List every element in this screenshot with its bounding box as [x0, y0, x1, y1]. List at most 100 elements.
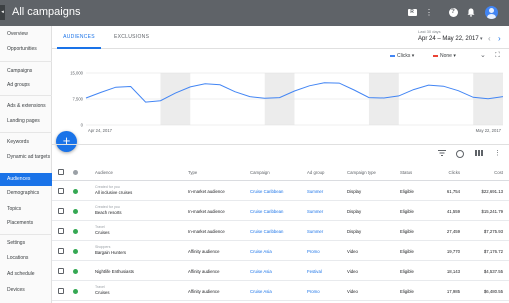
cost-value: $7,275.93: [483, 229, 503, 234]
column-header-ad-group[interactable]: Ad group: [307, 170, 324, 175]
column-header-type[interactable]: Type: [188, 170, 197, 175]
column-header-status[interactable]: Status: [400, 170, 412, 175]
table-row[interactable]: Nightlife Enthusiasts Affinity audience Cr…: [52, 261, 509, 281]
audience-cell: Created for you Beach resorts: [95, 205, 122, 215]
sidebar-item-campaigns[interactable]: Campaigns: [0, 65, 52, 78]
status-dot-enabled[interactable]: [73, 289, 78, 294]
status-text: Eligible: [400, 269, 414, 274]
campaign-link[interactable]: Cruise Caribbean: [250, 229, 283, 234]
reports-icon-glyph: R: [407, 9, 417, 17]
select-all-checkbox[interactable]: [58, 169, 64, 175]
y-tick-label: 7,500: [73, 97, 84, 102]
fullscreen-icon[interactable]: ⛶: [495, 51, 500, 61]
sidebar-item-ad-schedule[interactable]: Ad schedule: [0, 268, 52, 281]
column-header-clicks[interactable]: Clicks: [438, 170, 460, 175]
campaign-link[interactable]: Cruise Caribbean: [250, 189, 283, 194]
dropdown-caret-icon[interactable]: ▾: [480, 36, 483, 42]
row-checkbox[interactable]: [58, 208, 64, 214]
row-checkbox[interactable]: [58, 268, 64, 274]
table-row[interactable]: Created for you All inclusive cruises In-m…: [52, 181, 509, 201]
ad-group-link[interactable]: Promo: [307, 249, 320, 254]
performance-chart: 15,000 7,500 0 Apr 24, 2017 May 22, 2017: [52, 63, 509, 135]
segment-icon[interactable]: [456, 150, 464, 158]
columns-icon[interactable]: [475, 149, 483, 161]
metric-selector-clicks[interactable]: Clicks ▾: [390, 51, 414, 61]
tab-exclusions[interactable]: EXCLUSIONS: [114, 26, 149, 49]
status-dot-enabled[interactable]: [73, 189, 78, 194]
table-row[interactable]: Travel Cruises In-market audience Cruise Ca…: [52, 221, 509, 241]
sidebar-item-keywords[interactable]: Keywords: [0, 136, 52, 149]
line-chart-svg: 15,000 7,500 0 Apr 24, 2017 May 22, 2017: [70, 71, 504, 133]
status-dot-enabled[interactable]: [73, 229, 78, 234]
status-dot-enabled[interactable]: [73, 209, 78, 214]
cost-value: $22,691.13: [481, 189, 503, 194]
y-tick-label: 0: [81, 123, 84, 128]
campaign-link[interactable]: Cruise Asia: [250, 289, 272, 294]
campaign-type: Video: [347, 269, 358, 274]
status-text: Eligible: [400, 289, 414, 294]
sidebar-item-locations[interactable]: Locations: [0, 252, 52, 265]
status-dot-enabled[interactable]: [73, 269, 78, 274]
campaign-link[interactable]: Cruise Asia: [250, 249, 272, 254]
ad-group-link[interactable]: Festival: [307, 269, 322, 274]
filter-icon[interactable]: [438, 149, 446, 161]
campaign-type: Video: [347, 289, 358, 294]
date-range-picker[interactable]: Apr 24 – May 22, 2017: [418, 36, 479, 42]
status-text: Eligible: [400, 229, 414, 234]
column-header-cost[interactable]: Cost: [473, 170, 503, 175]
ad-group-link[interactable]: Summer: [307, 209, 323, 214]
row-checkbox[interactable]: [58, 288, 64, 294]
column-header-audience[interactable]: Audience: [95, 170, 113, 175]
audience-type: In-market audience: [188, 229, 225, 234]
sidebar-item-dynamic-ad-targets[interactable]: Dynamic ad targets: [0, 153, 52, 169]
help-icon[interactable]: ?: [448, 6, 458, 19]
sidebar-item-placements[interactable]: Placements: [0, 217, 52, 230]
sidebar-item-overview[interactable]: Overview: [0, 28, 52, 41]
audience-type: Affinity audience: [188, 269, 220, 274]
sidebar-item-landing-pages[interactable]: Landing pages: [0, 115, 52, 128]
clicks-value: 19,770: [446, 249, 460, 254]
campaign-link[interactable]: Cruise Caribbean: [250, 209, 283, 214]
campaign-type: Display: [347, 189, 362, 194]
campaign-type: Video: [347, 249, 358, 254]
campaign-link[interactable]: Cruise Asia: [250, 269, 272, 274]
sidebar-item-ads-extensions[interactable]: Ads & extensions: [0, 100, 52, 113]
sidebar-item-audiences[interactable]: Audiences: [0, 173, 52, 186]
sidebar-item-opportunities[interactable]: Opportunities: [0, 43, 52, 56]
row-checkbox[interactable]: [58, 248, 64, 254]
status-dot-enabled[interactable]: [73, 249, 78, 254]
clicks-value: 27,459: [446, 229, 460, 234]
chevron-left-icon[interactable]: ‹: [488, 34, 491, 43]
audience-type: Affinity audience: [188, 249, 220, 254]
more-vert-icon[interactable]: ⋮: [494, 149, 501, 159]
column-header-campaign-type[interactable]: Campaign type: [347, 170, 376, 175]
ad-group-link[interactable]: Summer: [307, 229, 323, 234]
ad-group-link[interactable]: Promo: [307, 289, 320, 294]
table-row[interactable]: Travel Cruises Affinity audience Cruise Asi…: [52, 281, 509, 301]
reports-icon[interactable]: R: [406, 6, 418, 19]
column-header-campaign[interactable]: Campaign: [250, 170, 270, 175]
cost-value: $7,176.72: [483, 249, 503, 254]
chevron-right-icon[interactable]: ›: [498, 34, 501, 43]
account-avatar[interactable]: [485, 6, 498, 19]
clicks-value: 17,985: [446, 289, 460, 294]
sidebar-item-topics[interactable]: Topics: [0, 203, 52, 216]
expand-chart-icon[interactable]: ⌄: [480, 51, 486, 61]
sidebar-item-devices[interactable]: Devices: [0, 284, 52, 297]
audience-name: All inclusive cruises: [95, 190, 133, 195]
sidebar-item-settings[interactable]: Settings: [0, 237, 52, 250]
notifications-icon[interactable]: [466, 6, 476, 19]
audience-name: Cruises: [95, 290, 110, 295]
more-vert-icon[interactable]: ⋮: [424, 6, 434, 19]
metric-selector-none[interactable]: None ▾: [433, 51, 456, 61]
row-checkbox[interactable]: [58, 188, 64, 194]
collapse-sidebar-icon[interactable]: ◂: [0, 5, 5, 20]
sidebar-item-demographics[interactable]: Demographics: [0, 187, 52, 200]
sidebar-item-ad-groups[interactable]: Ad groups: [0, 79, 52, 92]
sidebar-divider: [0, 132, 52, 133]
table-row[interactable]: Shoppers Bargain Hunters Affinity audience…: [52, 241, 509, 261]
row-checkbox[interactable]: [58, 228, 64, 234]
table-row[interactable]: Created for you Beach resorts In-market au…: [52, 201, 509, 221]
tab-audiences[interactable]: AUDIENCES: [57, 26, 101, 49]
ad-group-link[interactable]: Summer: [307, 189, 323, 194]
